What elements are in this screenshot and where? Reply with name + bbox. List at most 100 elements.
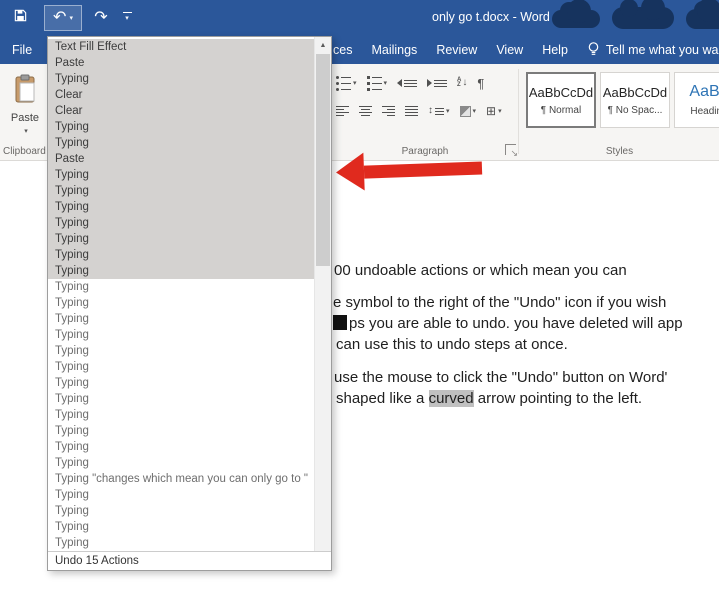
- undo-menu-item[interactable]: Typing: [48, 519, 314, 535]
- annotation-arrow: [335, 148, 483, 192]
- undo-menu-item[interactable]: Typing: [48, 487, 314, 503]
- align-left-icon: [336, 106, 349, 116]
- arrow-shaft: [363, 160, 483, 179]
- redo-button[interactable]: ↷: [88, 5, 114, 31]
- text-lines-icon: [404, 79, 418, 87]
- undo-item-label: Text Fill Effect: [55, 41, 127, 53]
- line-spacing-button[interactable]: ↕ ▾: [426, 101, 452, 121]
- sort-az-icon: AZ ↓: [457, 77, 468, 88]
- undo-menu-item[interactable]: Paste: [48, 151, 314, 167]
- tab-file[interactable]: File: [12, 36, 32, 64]
- undo-menu-status: Undo 15 Actions: [48, 551, 331, 570]
- clipboard-group-label: Clipboard: [3, 146, 46, 157]
- undo-menu-item[interactable]: Typing: [48, 359, 314, 375]
- undo-item-label: Typing: [55, 265, 89, 277]
- decrease-indent-button[interactable]: [395, 73, 419, 93]
- redaction-cloud: [552, 0, 600, 28]
- increase-indent-button[interactable]: [425, 73, 449, 93]
- tab-review[interactable]: Review: [436, 36, 477, 64]
- title-bar: ↶ ▾ ↷ ▾ only go t.docx - Word: [0, 0, 719, 36]
- customize-quick-access-toolbar-button[interactable]: ▾: [120, 9, 134, 25]
- shading-button[interactable]: ▾: [458, 101, 479, 121]
- undo-item-label: Clear: [55, 105, 83, 117]
- align-right-icon: [382, 106, 395, 116]
- undo-item-label: Typing: [55, 489, 89, 501]
- tell-me-label: Tell me what you wa: [605, 43, 719, 57]
- styles-gallery: AaBbCcDd ¶ Normal AaBbCcDd ¶ No Spac... …: [526, 72, 719, 128]
- undo-menu-item[interactable]: Typing: [48, 231, 314, 247]
- sort-button[interactable]: AZ ↓: [455, 73, 469, 93]
- align-right-button[interactable]: [380, 101, 397, 121]
- paste-button[interactable]: Paste ▾: [6, 69, 44, 147]
- undo-menu-item[interactable]: Typing: [48, 119, 314, 135]
- tab-mailings[interactable]: Mailings: [371, 36, 417, 64]
- tab-help[interactable]: Help: [542, 36, 568, 64]
- undo-item-label: Typing: [55, 329, 89, 341]
- group-divider: [518, 69, 519, 154]
- paragraph-dialog-launcher[interactable]: ↘: [505, 144, 518, 158]
- undo-menu-item[interactable]: Typing: [48, 439, 314, 455]
- undo-menu-item[interactable]: Typing: [48, 535, 314, 551]
- undo-item-label: Typing: [55, 217, 89, 229]
- undo-button[interactable]: ↶ ▾: [44, 5, 82, 31]
- undo-menu-item[interactable]: Typing: [48, 135, 314, 151]
- scroll-up-button[interactable]: ▲: [315, 37, 331, 53]
- save-button[interactable]: [8, 6, 32, 30]
- undo-menu-item[interactable]: Text Fill Effect: [48, 39, 314, 55]
- lightbulb-icon: [587, 41, 600, 60]
- align-left-button[interactable]: [334, 101, 351, 121]
- justify-button[interactable]: [403, 101, 420, 121]
- undo-menu-item[interactable]: Typing: [48, 295, 314, 311]
- tab-view[interactable]: View: [496, 36, 523, 64]
- undo-menu-item[interactable]: Typing: [48, 327, 314, 343]
- undo-menu-item[interactable]: Paste: [48, 55, 314, 71]
- redaction-cloud: [686, 0, 719, 29]
- undo-item-label: Paste: [55, 153, 85, 165]
- undo-menu-item[interactable]: Typing: [48, 71, 314, 87]
- indent-right-arrow-icon: [427, 79, 433, 87]
- undo-menu-item[interactable]: Typing: [48, 407, 314, 423]
- undo-menu-item[interactable]: Typing: [48, 311, 314, 327]
- undo-menu-item[interactable]: Typing: [48, 279, 314, 295]
- style-card[interactable]: AaBb Heading: [674, 72, 719, 128]
- undo-menu-item[interactable]: Typing: [48, 199, 314, 215]
- undo-menu-item[interactable]: Typing: [48, 183, 314, 199]
- chevron-down-icon: ▾: [498, 108, 502, 115]
- paste-clipboard-icon: [13, 74, 37, 109]
- pilcrow-icon: ¶: [477, 75, 485, 91]
- highlighted-word: curved: [428, 390, 474, 407]
- align-center-button[interactable]: [357, 101, 374, 121]
- chevron-down-icon: ▾: [353, 80, 357, 87]
- show-hide-formatting-button[interactable]: ¶: [475, 73, 486, 93]
- undo-menu-item[interactable]: Typing: [48, 167, 314, 183]
- numbered-list-button[interactable]: ▾: [365, 73, 390, 93]
- tell-me-box[interactable]: Tell me what you wa: [587, 36, 719, 64]
- undo-menu-item[interactable]: Clear: [48, 103, 314, 119]
- undo-item-label: Typing: [55, 297, 89, 309]
- undo-menu-item[interactable]: Typing: [48, 343, 314, 359]
- undo-menu-item[interactable]: Typing: [48, 263, 314, 279]
- paste-dropdown-arrow-icon[interactable]: ▾: [24, 127, 28, 135]
- undo-menu-item[interactable]: Typing: [48, 247, 314, 263]
- undo-menu-item[interactable]: Typing: [48, 423, 314, 439]
- styles-group-label: Styles: [605, 146, 634, 157]
- undo-menu-item[interactable]: Typing: [48, 375, 314, 391]
- undo-menu-item[interactable]: Typing: [48, 455, 314, 471]
- undo-menu-item[interactable]: Typing: [48, 503, 314, 519]
- style-card[interactable]: AaBbCcDd ¶ Normal: [526, 72, 596, 128]
- undo-menu-scrollbar[interactable]: ▲ ▼: [314, 37, 331, 570]
- save-icon: [13, 8, 28, 28]
- undo-item-label: Typing: [55, 425, 89, 437]
- document-text-line: can use this to undo steps at once.: [336, 336, 568, 353]
- style-card[interactable]: AaBbCcDd ¶ No Spac...: [600, 72, 670, 128]
- bullet-list-button[interactable]: ▾: [334, 73, 359, 93]
- borders-button[interactable]: ⊞ ▾: [484, 101, 504, 121]
- scrollbar-thumb[interactable]: [316, 54, 330, 266]
- undo-dropdown-arrow-icon[interactable]: ▾: [69, 15, 73, 22]
- undo-menu-item[interactable]: Clear: [48, 87, 314, 103]
- tab-references-partial[interactable]: ces: [333, 36, 352, 64]
- undo-item-label: Typing: [55, 233, 89, 245]
- undo-menu-item[interactable]: Typing: [48, 391, 314, 407]
- undo-menu-item[interactable]: Typing: [48, 215, 314, 231]
- undo-menu-item[interactable]: Typing "changes which mean you can only …: [48, 471, 314, 487]
